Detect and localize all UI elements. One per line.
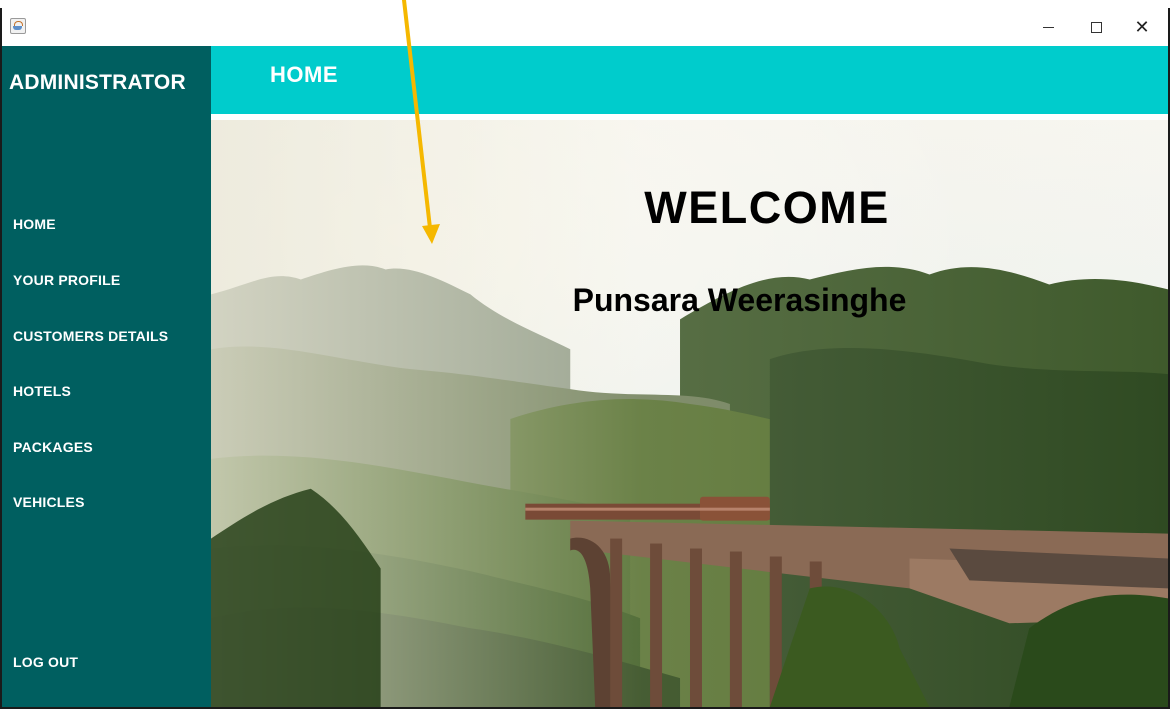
minimize-icon <box>1042 26 1054 28</box>
welcome-heading: WELCOME <box>644 182 890 233</box>
sidebar: ADMINISTRATOR HOME YOUR PROFILE CUSTOMER… <box>2 46 211 707</box>
sidebar-item-packages[interactable]: PACKAGES <box>13 439 93 455</box>
app-window: ✕ ADMINISTRATOR HOME YOUR PROFILE CUSTOM… <box>0 8 1170 709</box>
sidebar-item-home[interactable]: HOME <box>13 216 56 232</box>
logout-button[interactable]: LOG OUT <box>13 654 78 670</box>
sidebar-title: ADMINISTRATOR <box>9 71 186 94</box>
minimize-button[interactable] <box>1026 8 1070 46</box>
sidebar-item-your-profile[interactable]: YOUR PROFILE <box>13 272 120 288</box>
close-icon: ✕ <box>1134 16 1150 38</box>
hero-background-image: WELCOME Punsara Weerasinghe <box>211 120 1168 707</box>
sidebar-item-customers-details[interactable]: CUSTOMERS DETAILS <box>13 328 168 344</box>
java-cup-icon <box>10 18 26 34</box>
maximize-icon <box>1090 21 1102 33</box>
sidebar-item-vehicles[interactable]: VEHICLES <box>13 494 85 510</box>
title-bar: ✕ <box>2 8 1168 46</box>
page-title: HOME <box>270 62 338 87</box>
maximize-button[interactable] <box>1074 8 1118 46</box>
sidebar-item-hotels[interactable]: HOTELS <box>13 383 71 399</box>
page-header: HOME <box>211 46 1168 114</box>
close-button[interactable]: ✕ <box>1120 8 1164 46</box>
user-name-text: Punsara Weerasinghe <box>572 282 907 318</box>
